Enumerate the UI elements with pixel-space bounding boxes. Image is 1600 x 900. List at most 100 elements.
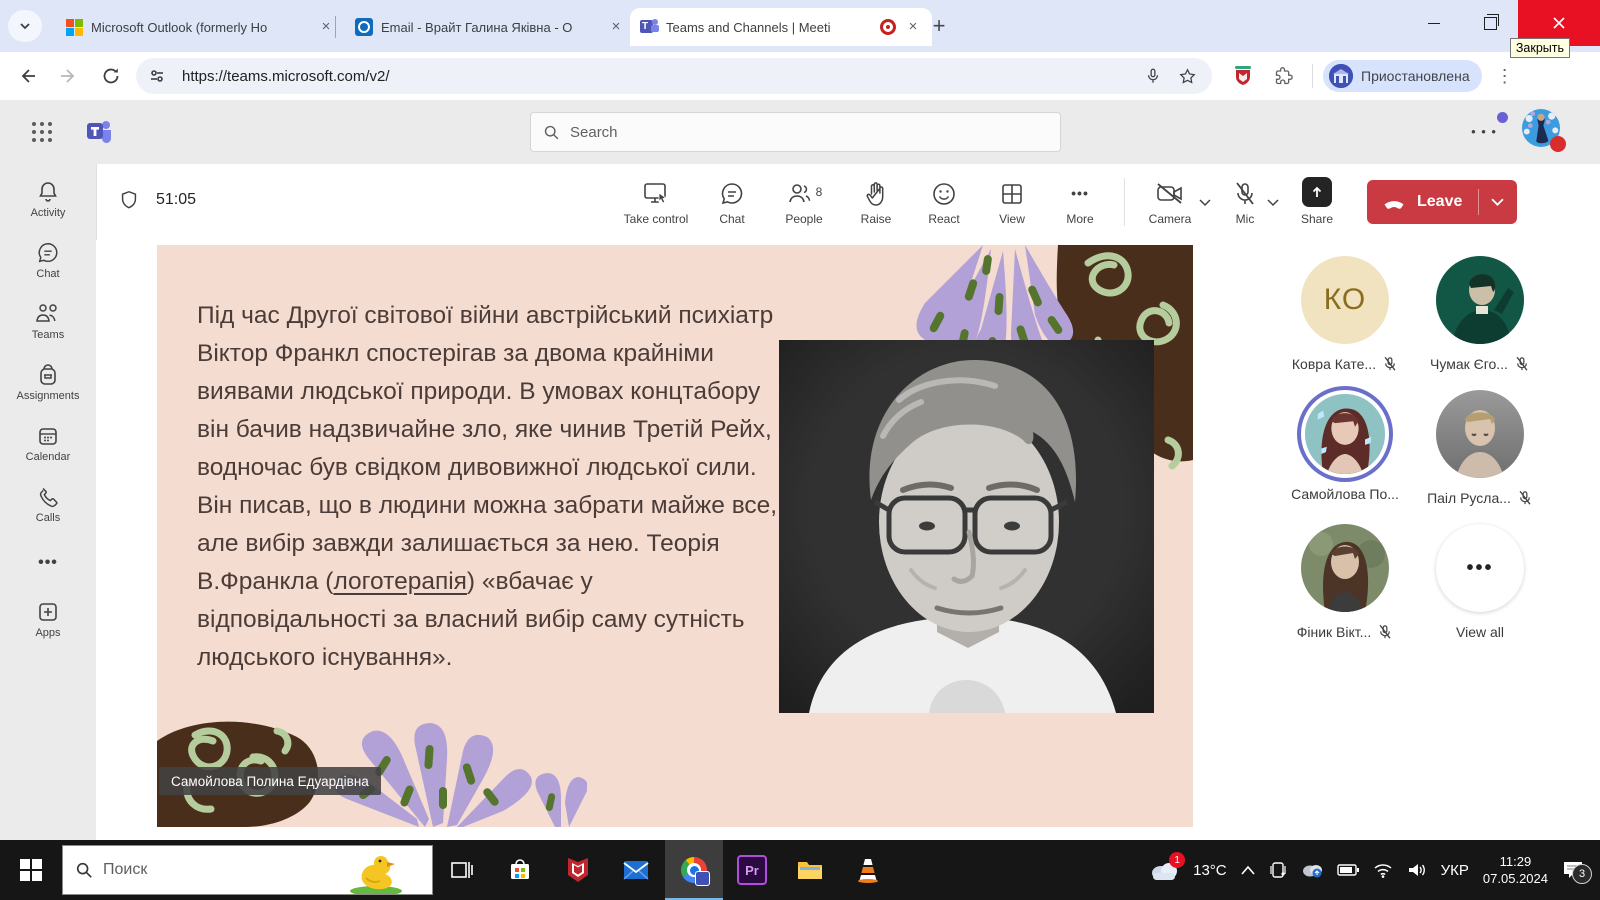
microphone-icon: [1147, 68, 1159, 83]
tab-close-icon[interactable]: ×: [607, 18, 625, 36]
tab-title: Email - Врайт Галина Яківна - О: [381, 19, 573, 35]
view-all-tile[interactable]: ••• View all: [1410, 524, 1550, 640]
participant-tile[interactable]: Фіник Вікт...: [1275, 524, 1415, 640]
browser-menu-button[interactable]: ⋮: [1496, 66, 1514, 87]
app-launcher-button[interactable]: [30, 120, 54, 149]
sidebar-item-apps[interactable]: Apps: [0, 600, 96, 639]
header-more-button[interactable]: • • •: [1471, 124, 1497, 139]
tab-close-icon[interactable]: ×: [317, 18, 335, 36]
mic-off-icon: [1384, 356, 1396, 371]
voice-search-button[interactable]: [1136, 59, 1170, 93]
weather-tray-item[interactable]: 1: [1149, 852, 1186, 881]
tab-close-icon[interactable]: ×: [904, 18, 922, 36]
extension-badge-icon: [695, 871, 710, 886]
leave-button[interactable]: Leave: [1367, 180, 1517, 224]
address-bar[interactable]: https://teams.microsoft.com/v2/: [136, 58, 1212, 94]
participant-name: Паіл Русла...: [1427, 490, 1511, 506]
mic-options-chevron[interactable]: [1267, 197, 1283, 207]
more-dots-icon: •••: [38, 554, 58, 571]
sidebar-item-teams[interactable]: Teams: [0, 302, 96, 341]
teams-search-input[interactable]: Search: [530, 112, 1061, 152]
react-button[interactable]: React: [910, 179, 978, 226]
task-view-button[interactable]: [433, 840, 491, 900]
take-control-button[interactable]: Take control: [614, 179, 698, 226]
toolbar-divider: [1124, 178, 1125, 226]
taskbar-search-input[interactable]: Поиск: [62, 845, 433, 895]
file-explorer-button[interactable]: [781, 840, 839, 900]
bookmark-button[interactable]: [1170, 59, 1204, 93]
meeting-toolbar: 51:05 Take control Chat 8 People Raise R…: [96, 164, 1600, 241]
action-center-button[interactable]: 3: [1562, 860, 1592, 884]
mic-button[interactable]: Mic: [1217, 179, 1273, 226]
more-button[interactable]: ••• More: [1046, 179, 1114, 226]
tab-email[interactable]: Email - Врайт Галина Яківна - О ×: [345, 8, 635, 46]
new-tab-button[interactable]: +: [925, 12, 953, 40]
camera-button[interactable]: Camera: [1135, 179, 1205, 226]
avatar-photo: [1436, 256, 1524, 344]
tab-outlook-home[interactable]: Microsoft Outlook (formerly Ho ×: [55, 8, 345, 46]
leave-options-chevron[interactable]: [1479, 198, 1516, 207]
avatar-photo: [1305, 394, 1385, 474]
participant-tile[interactable]: Паіл Русла...: [1410, 390, 1550, 506]
sidebar-item-chat[interactable]: Chat: [0, 241, 96, 280]
browser-toolbar: https://teams.microsoft.com/v2/ Приостан…: [0, 52, 1600, 100]
logotherapy-link[interactable]: логотерапія: [333, 568, 466, 595]
language-indicator[interactable]: УКР: [1441, 862, 1469, 879]
sidebar-item-calendar[interactable]: Calendar: [0, 424, 96, 463]
sidebar-more-button[interactable]: •••: [0, 554, 96, 572]
camera-options-chevron[interactable]: [1199, 197, 1215, 207]
more-dots-icon: •••: [1071, 184, 1089, 201]
windows-taskbar: Поиск Pr 1 13°C УКР 11:29 07.05.2024 3: [0, 840, 1600, 900]
start-button[interactable]: [0, 840, 62, 900]
browser-tab-strip: Microsoft Outlook (formerly Ho × Email -…: [0, 0, 1600, 52]
microsoft-store-button[interactable]: [491, 840, 549, 900]
sidebar-item-activity[interactable]: Activity: [0, 180, 96, 219]
chrome-button[interactable]: [665, 840, 723, 900]
extensions-button[interactable]: [1266, 59, 1300, 93]
teams-logo[interactable]: [84, 117, 114, 152]
wifi-icon[interactable]: [1373, 863, 1393, 878]
clock[interactable]: 11:29 07.05.2024: [1483, 853, 1548, 887]
minimize-button[interactable]: [1406, 0, 1462, 46]
temperature-label[interactable]: 13°C: [1193, 862, 1227, 879]
your-phone-icon[interactable]: [1269, 861, 1287, 879]
backpack-icon: [40, 364, 56, 385]
paused-extension-chip[interactable]: Приостановлена: [1323, 60, 1482, 92]
mail-button[interactable]: [607, 840, 665, 900]
participant-tile[interactable]: КО Ковра Кате...: [1275, 256, 1415, 372]
tab-search-chevron-button[interactable]: [8, 10, 42, 42]
outlook-icon: [355, 18, 373, 36]
mcafee-button[interactable]: [549, 840, 607, 900]
back-button[interactable]: [10, 59, 44, 93]
mic-off-icon: [1519, 490, 1531, 505]
mcafee-extension-button[interactable]: [1226, 59, 1260, 93]
view-all-dots-icon[interactable]: •••: [1436, 524, 1524, 612]
url-text[interactable]: https://teams.microsoft.com/v2/: [182, 68, 1136, 85]
reload-button[interactable]: [94, 59, 128, 93]
premiere-button[interactable]: Pr: [723, 840, 781, 900]
people-button[interactable]: 8 People: [766, 179, 842, 226]
battery-icon[interactable]: [1336, 863, 1359, 877]
participant-tile[interactable]: Чумак Єго...: [1410, 256, 1550, 372]
task-view-icon: [451, 862, 473, 878]
search-placeholder: Поиск: [103, 861, 148, 878]
participant-name: Чумак Єго...: [1430, 356, 1508, 372]
share-button[interactable]: Share: [1285, 176, 1349, 226]
chat-button[interactable]: Chat: [698, 179, 766, 226]
raise-hand-button[interactable]: Raise: [842, 179, 910, 226]
participant-tile-speaking[interactable]: Самойлова По...: [1275, 390, 1415, 502]
onedrive-icon[interactable]: [1301, 862, 1323, 878]
people-count-badge: 8: [815, 184, 823, 199]
tab-teams-meeting[interactable]: T Teams and Channels | Meeti ×: [630, 8, 932, 46]
toolbar-divider: [1312, 64, 1313, 88]
forward-button[interactable]: [52, 59, 86, 93]
view-button[interactable]: View: [978, 179, 1046, 226]
tray-chevron-up-icon[interactable]: [1241, 865, 1255, 875]
site-info-button[interactable]: [142, 63, 172, 89]
vlc-button[interactable]: [839, 840, 897, 900]
sidebar-item-assignments[interactable]: Assignments: [0, 363, 96, 402]
sidebar-item-calls[interactable]: Calls: [0, 485, 96, 524]
volume-icon[interactable]: [1407, 862, 1427, 878]
calendar-icon: [39, 428, 57, 445]
mic-off-icon: [1516, 356, 1528, 371]
